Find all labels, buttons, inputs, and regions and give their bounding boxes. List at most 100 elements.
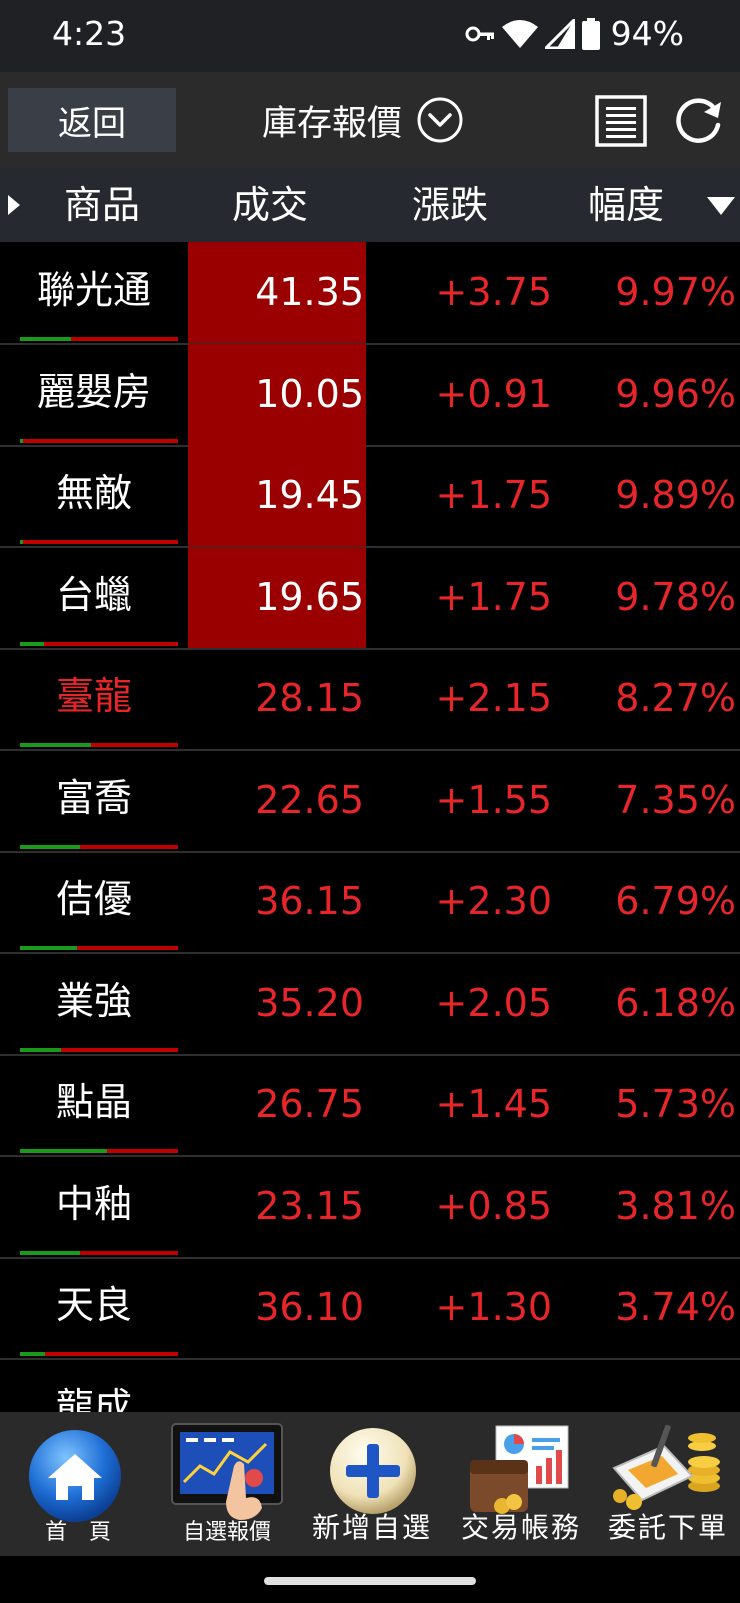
quote-list[interactable]: 聯光通 41.35 +3.75 9.97% 麗嬰房 10.05 +0.91 9.96% 無敵 19… [0, 242, 740, 1412]
page-title: 庫存報價 [262, 103, 403, 144]
percent-cell: 3.74% [615, 1285, 736, 1329]
product-name: 麗嬰房 [36, 369, 151, 414]
price-cell: 19.65 [255, 574, 364, 619]
sell-ratio-segment [20, 438, 24, 443]
trade-account-icon [470, 1425, 569, 1514]
nav-add-watchlist-label: 新增自選 [311, 1511, 432, 1544]
battery-icon [581, 17, 600, 50]
quote-row[interactable]: 天良 36.10 +1.30 3.74% [0, 1257, 740, 1360]
change-cell: +0.91 [435, 371, 552, 416]
change-cell: +3.75 [435, 270, 552, 314]
home-icon [29, 1430, 121, 1522]
change-cell: +1.75 [435, 473, 552, 517]
price-cell: 28.15 [255, 676, 364, 720]
nav-place-order-label: 委託下單 [607, 1511, 728, 1544]
percent-cell [552, 1359, 736, 1413]
change-cell: +2.30 [435, 879, 552, 923]
change-cell: +2.15 [435, 676, 552, 720]
sell-ratio-segment [20, 1149, 107, 1153]
buy-sell-ratio-bar [20, 743, 178, 747]
percent-cell: 9.96% [615, 371, 736, 416]
sell-ratio-segment [20, 946, 77, 950]
sell-ratio-segment [20, 641, 44, 646]
price-cell: 41.35 [255, 270, 364, 314]
header-product[interactable]: 商品 [64, 168, 140, 242]
percent-cell: 6.79% [615, 879, 736, 923]
scroll-left-arrow-icon[interactable] [6, 194, 22, 216]
chevron-down-icon[interactable] [416, 96, 464, 144]
watchlist-quote-icon [171, 1423, 283, 1520]
price-cell: 19.45 [255, 473, 364, 517]
quote-row[interactable]: 聯光通 41.35 +3.75 9.97% [0, 242, 740, 345]
page-title-selector[interactable]: 庫存報價 [262, 88, 464, 152]
change-cell: +1.45 [435, 1082, 552, 1126]
vpn-key-icon [465, 26, 494, 41]
quote-row[interactable]: 業強 35.20 +2.05 6.18% [0, 953, 740, 1056]
quote-row[interactable]: 無敵 19.45 +1.75 9.89% [0, 445, 740, 548]
nav-add-watchlist[interactable]: 新增自選 [298, 1412, 446, 1556]
percent-cell: 8.27% [615, 676, 736, 720]
add-watchlist-icon [330, 1428, 416, 1514]
sell-ratio-segment [20, 337, 71, 341]
header-percent[interactable]: 幅度 [588, 168, 664, 242]
buy-sell-ratio-bar [20, 641, 178, 646]
sell-ratio-segment [20, 1352, 46, 1356]
sell-ratio-segment [20, 1047, 62, 1052]
price-cell: 22.65 [255, 777, 364, 822]
quote-row[interactable]: 點晶 26.75 +1.45 5.73% [0, 1054, 740, 1157]
wifi-icon [501, 19, 538, 48]
price-cell [188, 1359, 366, 1413]
list-view-icon[interactable] [594, 94, 648, 148]
quote-row[interactable]: 臺龍 28.15 +2.15 8.27% [0, 648, 740, 751]
quote-row[interactable]: 麗嬰房 10.05 +0.91 9.96% [0, 343, 740, 447]
quote-row[interactable]: 龍成 [0, 1359, 740, 1413]
product-name: 佶優 [55, 877, 132, 921]
nav-home-label: 首 頁 [44, 1520, 111, 1545]
change-cell: +1.30 [435, 1285, 552, 1329]
percent-cell: 7.35% [615, 777, 736, 822]
price-cell: 10.05 [255, 371, 364, 416]
refresh-icon[interactable] [672, 94, 726, 148]
gesture-nav-bar[interactable] [264, 1577, 476, 1585]
back-button[interactable]: 返回 [8, 88, 176, 152]
sell-ratio-segment [20, 743, 92, 747]
nav-place-order[interactable]: 委託下單 [596, 1412, 740, 1556]
nav-home[interactable]: 首 頁 [0, 1412, 156, 1556]
quote-row[interactable]: 佶優 36.15 +2.30 6.79% [0, 851, 740, 954]
product-name: 中釉 [55, 1181, 132, 1226]
buy-sell-ratio-bar [20, 438, 178, 443]
quote-row[interactable]: 富喬 22.65 +1.55 7.35% [0, 750, 740, 853]
product-name: 無敵 [55, 471, 132, 515]
status-bar: 4:23 94% [0, 0, 740, 72]
buy-sell-ratio-bar [20, 337, 178, 341]
cell-signal-icon [544, 18, 575, 49]
product-name: 富喬 [55, 775, 132, 820]
nav-watchlist-quote[interactable]: 自選報價 [156, 1412, 298, 1556]
product-name: 業強 [55, 978, 132, 1023]
header-change[interactable]: 漲跌 [412, 168, 488, 242]
product-name: 龍成 [55, 1384, 132, 1413]
battery-percent: 94% [610, 14, 684, 53]
quote-row[interactable]: 中釉 23.15 +0.85 3.81% [0, 1156, 740, 1259]
quote-row[interactable]: 台蠟 19.65 +1.75 9.78% [0, 546, 740, 650]
buy-sell-ratio-bar [20, 1047, 178, 1052]
column-header: 商品 成交 漲跌 幅度 [0, 168, 740, 242]
nav-watchlist-quote-label: 自選報價 [182, 1520, 271, 1545]
status-time: 4:23 [52, 14, 127, 53]
percent-cell: 5.73% [615, 1082, 736, 1126]
buy-sell-ratio-bar [20, 844, 178, 849]
percent-cell: 9.78% [615, 574, 736, 619]
status-icons: 94% [465, 14, 684, 53]
nav-trade-account-label: 交易帳務 [460, 1511, 581, 1544]
change-cell: +2.05 [435, 980, 552, 1025]
header-price[interactable]: 成交 [232, 168, 308, 242]
buy-sell-ratio-bar [20, 946, 178, 950]
change-cell: +1.75 [435, 574, 552, 619]
buy-sell-ratio-bar [20, 1352, 178, 1356]
sort-descending-icon[interactable] [706, 196, 736, 216]
price-cell: 23.15 [255, 1183, 364, 1228]
percent-cell: 9.97% [615, 270, 736, 314]
product-name: 天良 [55, 1283, 132, 1327]
nav-trade-account[interactable]: 交易帳務 [446, 1412, 596, 1556]
place-order-icon [612, 1424, 720, 1510]
